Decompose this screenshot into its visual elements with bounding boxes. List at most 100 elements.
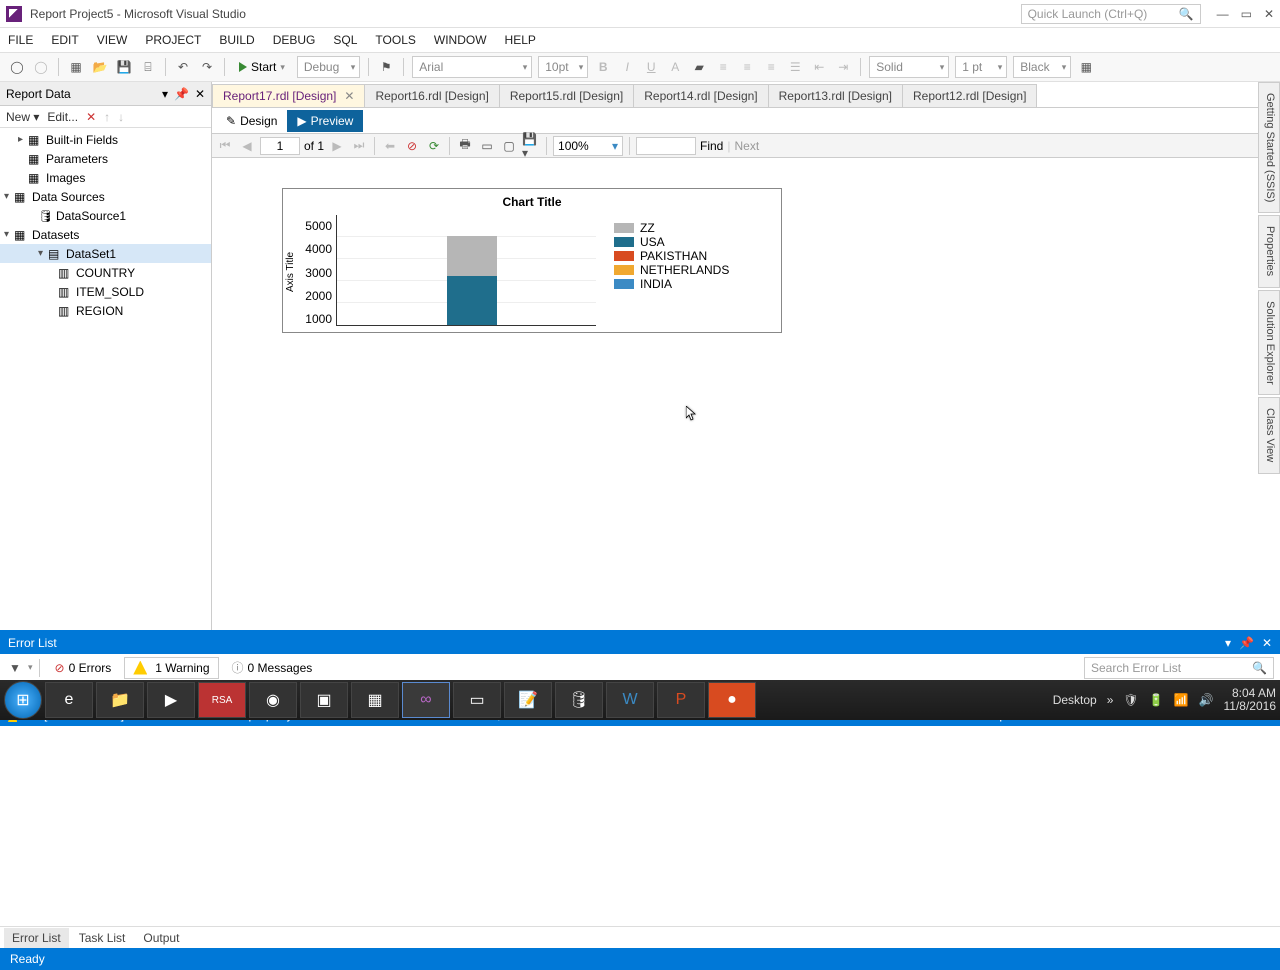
side-tab-class-view[interactable]: Class View <box>1258 397 1280 473</box>
tab-output[interactable]: Output <box>135 928 187 948</box>
font-family-combo[interactable]: Arial <box>412 56 532 78</box>
taskbar-ssms[interactable]: 🛢 <box>555 682 603 718</box>
taskbar-explorer[interactable]: 📁 <box>96 682 144 718</box>
menu-help[interactable]: HELP <box>505 33 536 47</box>
new-button[interactable]: New ▾ <box>6 110 39 124</box>
tree-images[interactable]: ▦Images <box>0 168 211 187</box>
start-menu-button[interactable]: ⊞ <box>4 681 42 719</box>
refresh-icon[interactable]: ⟳ <box>425 137 443 155</box>
align-center-icon[interactable]: ≡ <box>738 58 756 76</box>
font-size-combo[interactable]: 10pt <box>538 56 588 78</box>
tree-builtin-fields[interactable]: ▸▦Built-in Fields <box>0 130 211 149</box>
next-page-icon[interactable]: ▶ <box>328 137 346 155</box>
menu-window[interactable]: WINDOW <box>434 33 487 47</box>
edit-button[interactable]: Edit... <box>47 110 78 124</box>
border-style-combo[interactable]: Solid <box>869 56 949 78</box>
indent-out-icon[interactable]: ⇤ <box>810 58 828 76</box>
font-color-icon[interactable]: A <box>666 58 684 76</box>
design-tab[interactable]: ✎Design <box>216 110 287 132</box>
tab-report16[interactable]: Report16.rdl [Design] <box>364 84 499 107</box>
new-project-icon[interactable]: ▦ <box>67 58 85 76</box>
start-button[interactable]: Start▾ <box>233 56 291 78</box>
italic-icon[interactable]: I <box>618 58 636 76</box>
menu-edit[interactable]: EDIT <box>51 33 78 47</box>
dropdown-icon[interactable]: ▾ <box>162 87 168 101</box>
border-width-combo[interactable]: 1 pt <box>955 56 1007 78</box>
find-input[interactable] <box>636 137 696 155</box>
bg-color-icon[interactable]: ▰ <box>690 58 708 76</box>
stop-icon[interactable]: ⊘ <box>403 137 421 155</box>
page-setup-icon[interactable]: ▢ <box>500 137 518 155</box>
indent-in-icon[interactable]: ⇥ <box>834 58 852 76</box>
side-tab-properties[interactable]: Properties <box>1258 215 1280 287</box>
prev-page-icon[interactable]: ◀ <box>238 137 256 155</box>
menu-file[interactable]: FILE <box>8 33 33 47</box>
taskbar-chrome[interactable]: ◉ <box>249 682 297 718</box>
messages-filter[interactable]: ⓘ0 Messages <box>223 655 322 680</box>
layout-icon[interactable]: ▭ <box>478 137 496 155</box>
side-tab-getting-started[interactable]: Getting Started (SSIS) <box>1258 82 1280 213</box>
redo-icon[interactable]: ↷ <box>198 58 216 76</box>
tree-field-country[interactable]: ▥COUNTRY <box>0 263 211 282</box>
list-icon[interactable]: ☰ <box>786 58 804 76</box>
pin-icon[interactable]: 📌 <box>1239 636 1254 650</box>
undo-icon[interactable]: ↶ <box>174 58 192 76</box>
open-icon[interactable]: 📂 <box>91 58 109 76</box>
menu-view[interactable]: VIEW <box>97 33 128 47</box>
taskbar-ie[interactable]: e <box>45 682 93 718</box>
page-input[interactable] <box>260 137 300 155</box>
print-icon[interactable]: 🖶 <box>456 137 474 155</box>
tray-volume-icon[interactable]: 🔊 <box>1199 693 1214 707</box>
quick-launch-input[interactable]: Quick Launch (Ctrl+Q)🔍 <box>1021 4 1201 24</box>
forward-icon[interactable]: ◯ <box>32 58 50 76</box>
zoom-combo[interactable]: 100%▾ <box>553 136 623 156</box>
save-all-icon[interactable]: ⌸ <box>139 58 157 76</box>
tray-battery-icon[interactable]: 🔋 <box>1149 693 1164 707</box>
warnings-filter[interactable]: 1 Warning <box>124 657 218 679</box>
preview-tab[interactable]: ▶Preview <box>287 110 363 132</box>
tab-task-list[interactable]: Task List <box>71 928 134 948</box>
delete-icon[interactable]: ✕ <box>86 110 96 124</box>
underline-icon[interactable]: U <box>642 58 660 76</box>
tree-field-region[interactable]: ▥REGION <box>0 301 211 320</box>
tab-report14[interactable]: Report14.rdl [Design] <box>633 84 768 107</box>
pin-icon[interactable]: 📌 <box>174 87 189 101</box>
tree-parameters[interactable]: ▦Parameters <box>0 149 211 168</box>
down-icon[interactable]: ↓ <box>118 110 124 124</box>
borders-icon[interactable]: ▦ <box>1077 58 1095 76</box>
tray-network-icon[interactable]: 📶 <box>1174 693 1189 707</box>
panel-close-icon[interactable]: ✕ <box>1262 636 1272 650</box>
align-right-icon[interactable]: ≡ <box>762 58 780 76</box>
taskbar-media[interactable]: ▶ <box>147 682 195 718</box>
export-icon[interactable]: 💾▾ <box>522 137 540 155</box>
tree-datasets[interactable]: ▾▦Datasets <box>0 225 211 244</box>
tree-datasource1[interactable]: 🛢DataSource1 <box>0 206 211 225</box>
minimize-button[interactable]: — <box>1217 7 1229 21</box>
menu-debug[interactable]: DEBUG <box>273 33 316 47</box>
config-combo[interactable]: Debug <box>297 56 360 78</box>
menu-project[interactable]: PROJECT <box>145 33 201 47</box>
taskbar-notepad[interactable]: 📝 <box>504 682 552 718</box>
tab-report13[interactable]: Report13.rdl [Design] <box>768 84 903 107</box>
back-parent-icon[interactable]: ⬅ <box>381 137 399 155</box>
tab-report12[interactable]: Report12.rdl [Design] <box>902 84 1037 107</box>
tree-dataset1[interactable]: ▾▤DataSet1 <box>0 244 211 263</box>
tray-desktop-label[interactable]: Desktop <box>1053 693 1097 707</box>
taskbar-rsa[interactable]: RSA <box>198 682 246 718</box>
taskbar-powerpoint[interactable]: P <box>657 682 705 718</box>
menu-tools[interactable]: TOOLS <box>375 33 415 47</box>
maximize-button[interactable]: ▭ <box>1241 7 1252 21</box>
back-icon[interactable]: ◯ <box>8 58 26 76</box>
errors-filter[interactable]: ⊘0 Errors <box>46 657 121 679</box>
tab-report17[interactable]: Report17.rdl [Design]✕ <box>212 84 365 107</box>
bold-icon[interactable]: B <box>594 58 612 76</box>
menu-sql[interactable]: SQL <box>333 33 357 47</box>
tab-error-list[interactable]: Error List <box>4 928 69 948</box>
save-icon[interactable]: 💾 <box>115 58 133 76</box>
side-tab-solution-explorer[interactable]: Solution Explorer <box>1258 290 1280 396</box>
taskbar-vs[interactable]: ∞ <box>402 682 450 718</box>
tray-expand-icon[interactable]: » <box>1107 693 1114 707</box>
panel-close-icon[interactable]: ✕ <box>195 87 205 101</box>
tree-field-item-sold[interactable]: ▥ITEM_SOLD <box>0 282 211 301</box>
close-button[interactable]: ✕ <box>1264 7 1274 21</box>
